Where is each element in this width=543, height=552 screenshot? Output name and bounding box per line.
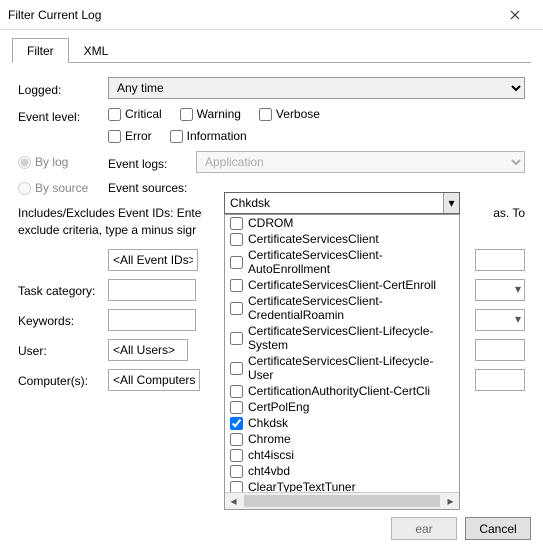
dropdown-item-label: cht4iscsi — [248, 448, 294, 462]
dropdown-item[interactable]: Chkdsk — [225, 415, 459, 431]
dropdown-item[interactable]: CertificateServicesClient — [225, 231, 459, 247]
dropdown-item-checkbox[interactable] — [230, 401, 243, 414]
error-check[interactable]: Error — [108, 129, 152, 143]
information-check[interactable]: Information — [170, 129, 247, 143]
keywords-dd[interactable]: ▾ — [475, 309, 525, 331]
computers-label: Computer(s): — [18, 371, 108, 388]
event-sources-dropdown: CDROM CertificateServicesClient Certificat… — [224, 214, 460, 510]
dropdown-item[interactable]: cht4iscsi — [225, 447, 459, 463]
dropdown-item-checkbox[interactable] — [230, 279, 243, 292]
dropdown-item-checkbox[interactable] — [230, 449, 243, 462]
cancel-button[interactable]: Cancel — [465, 517, 531, 540]
event-sources-value: Chkdsk — [225, 196, 443, 210]
event-sources-label: Event sources: — [108, 181, 198, 195]
event-logs-label: Event logs: — [108, 154, 196, 171]
event-sources-field[interactable]: Chkdsk ▾ — [224, 192, 460, 214]
event-level-label: Event level: — [18, 107, 108, 124]
dropdown-list[interactable]: CDROM CertificateServicesClient Certificat… — [225, 215, 459, 492]
dropdown-item-label: Chrome — [248, 432, 291, 446]
logged-label: Logged: — [18, 80, 108, 97]
dropdown-item-checkbox[interactable] — [230, 481, 243, 493]
dropdown-item-label: CertificateServicesClient-Lifecycle-User — [248, 354, 454, 382]
dropdown-item-checkbox[interactable] — [230, 217, 243, 230]
dropdown-item-checkbox[interactable] — [230, 332, 243, 345]
dropdown-item[interactable]: CDROM — [225, 215, 459, 231]
close-icon — [510, 10, 520, 20]
dropdown-item-checkbox[interactable] — [230, 385, 243, 398]
task-category-input[interactable] — [108, 279, 196, 301]
event-logs-select: Application — [196, 151, 525, 173]
chevron-down-icon: ▾ — [512, 310, 524, 328]
scroll-thumb[interactable] — [244, 495, 440, 507]
dropdown-item[interactable]: cht4vbd — [225, 463, 459, 479]
keywords-label: Keywords: — [18, 311, 108, 328]
user-input[interactable] — [108, 339, 188, 361]
dropdown-item-label: cht4vbd — [248, 464, 290, 478]
behind-field-computers[interactable] — [475, 369, 525, 391]
dropdown-item-checkbox[interactable] — [230, 465, 243, 478]
dropdown-item-label: CertificateServicesClient — [248, 232, 379, 246]
dropdown-item-checkbox[interactable] — [230, 233, 243, 246]
titlebar: Filter Current Log — [0, 0, 543, 30]
behind-field-user[interactable] — [475, 339, 525, 361]
dropdown-item-label: ClearTypeTextTuner — [248, 480, 356, 492]
dropdown-item-label: CertificationAuthorityClient-CertCli — [248, 384, 430, 398]
dropdown-item-checkbox[interactable] — [230, 362, 243, 375]
computers-input[interactable] — [108, 369, 200, 391]
dropdown-item[interactable]: CertificateServicesClient-Lifecycle-Syst… — [225, 323, 459, 353]
behind-field-1[interactable] — [475, 249, 525, 271]
event-ids-input[interactable] — [108, 249, 198, 271]
dropdown-item-label: Chkdsk — [248, 416, 288, 430]
dropdown-item-label: CertificateServicesClient-CredentialRoam… — [248, 294, 454, 322]
keywords-input[interactable] — [108, 309, 196, 331]
dropdown-item[interactable]: CertificateServicesClient-Lifecycle-User — [225, 353, 459, 383]
dropdown-item-label: CertificateServicesClient-Lifecycle-Syst… — [248, 324, 454, 352]
critical-check[interactable]: Critical — [108, 107, 162, 121]
scroll-right-icon[interactable]: ▸ — [442, 493, 459, 509]
scroll-left-icon[interactable]: ◂ — [225, 493, 242, 509]
dropdown-item[interactable]: CertificateServicesClient-CredentialRoam… — [225, 293, 459, 323]
by-log-radio: By log — [18, 155, 108, 169]
tab-bar: Filter XML — [12, 38, 531, 63]
by-source-radio: By source — [18, 181, 108, 195]
dropdown-item[interactable]: CertPolEng — [225, 399, 459, 415]
dropdown-item-label: CertificateServicesClient-CertEnroll — [248, 278, 436, 292]
user-label: User: — [18, 341, 108, 358]
close-button[interactable] — [495, 1, 535, 29]
dropdown-item-label: CertificateServicesClient-AutoEnrollment — [248, 248, 454, 276]
task-category-label: Task category: — [18, 281, 108, 298]
clear-button[interactable]: ear — [391, 517, 457, 540]
dropdown-item[interactable]: CertificateServicesClient-CertEnroll — [225, 277, 459, 293]
chevron-down-icon: ▾ — [512, 280, 524, 298]
dropdown-item-checkbox[interactable] — [230, 256, 243, 269]
dropdown-item-label: CDROM — [248, 216, 293, 230]
dropdown-item[interactable]: ClearTypeTextTuner — [225, 479, 459, 492]
dropdown-item-checkbox[interactable] — [230, 417, 243, 430]
dropdown-item[interactable]: CertificateServicesClient-AutoEnrollment — [225, 247, 459, 277]
dropdown-item-checkbox[interactable] — [230, 433, 243, 446]
dropdown-item-checkbox[interactable] — [230, 302, 243, 315]
horizontal-scrollbar[interactable]: ◂ ▸ — [225, 492, 459, 509]
logged-select[interactable]: Any time — [108, 77, 525, 99]
task-category-dd[interactable]: ▾ — [475, 279, 525, 301]
dropdown-item-label: CertPolEng — [248, 400, 309, 414]
tab-filter[interactable]: Filter — [12, 38, 69, 63]
chevron-down-icon[interactable]: ▾ — [443, 193, 459, 213]
tab-xml[interactable]: XML — [69, 38, 124, 63]
window-title: Filter Current Log — [8, 8, 495, 22]
dropdown-item[interactable]: Chrome — [225, 431, 459, 447]
verbose-check[interactable]: Verbose — [259, 107, 320, 121]
warning-check[interactable]: Warning — [180, 107, 241, 121]
dropdown-item[interactable]: CertificationAuthorityClient-CertCli — [225, 383, 459, 399]
